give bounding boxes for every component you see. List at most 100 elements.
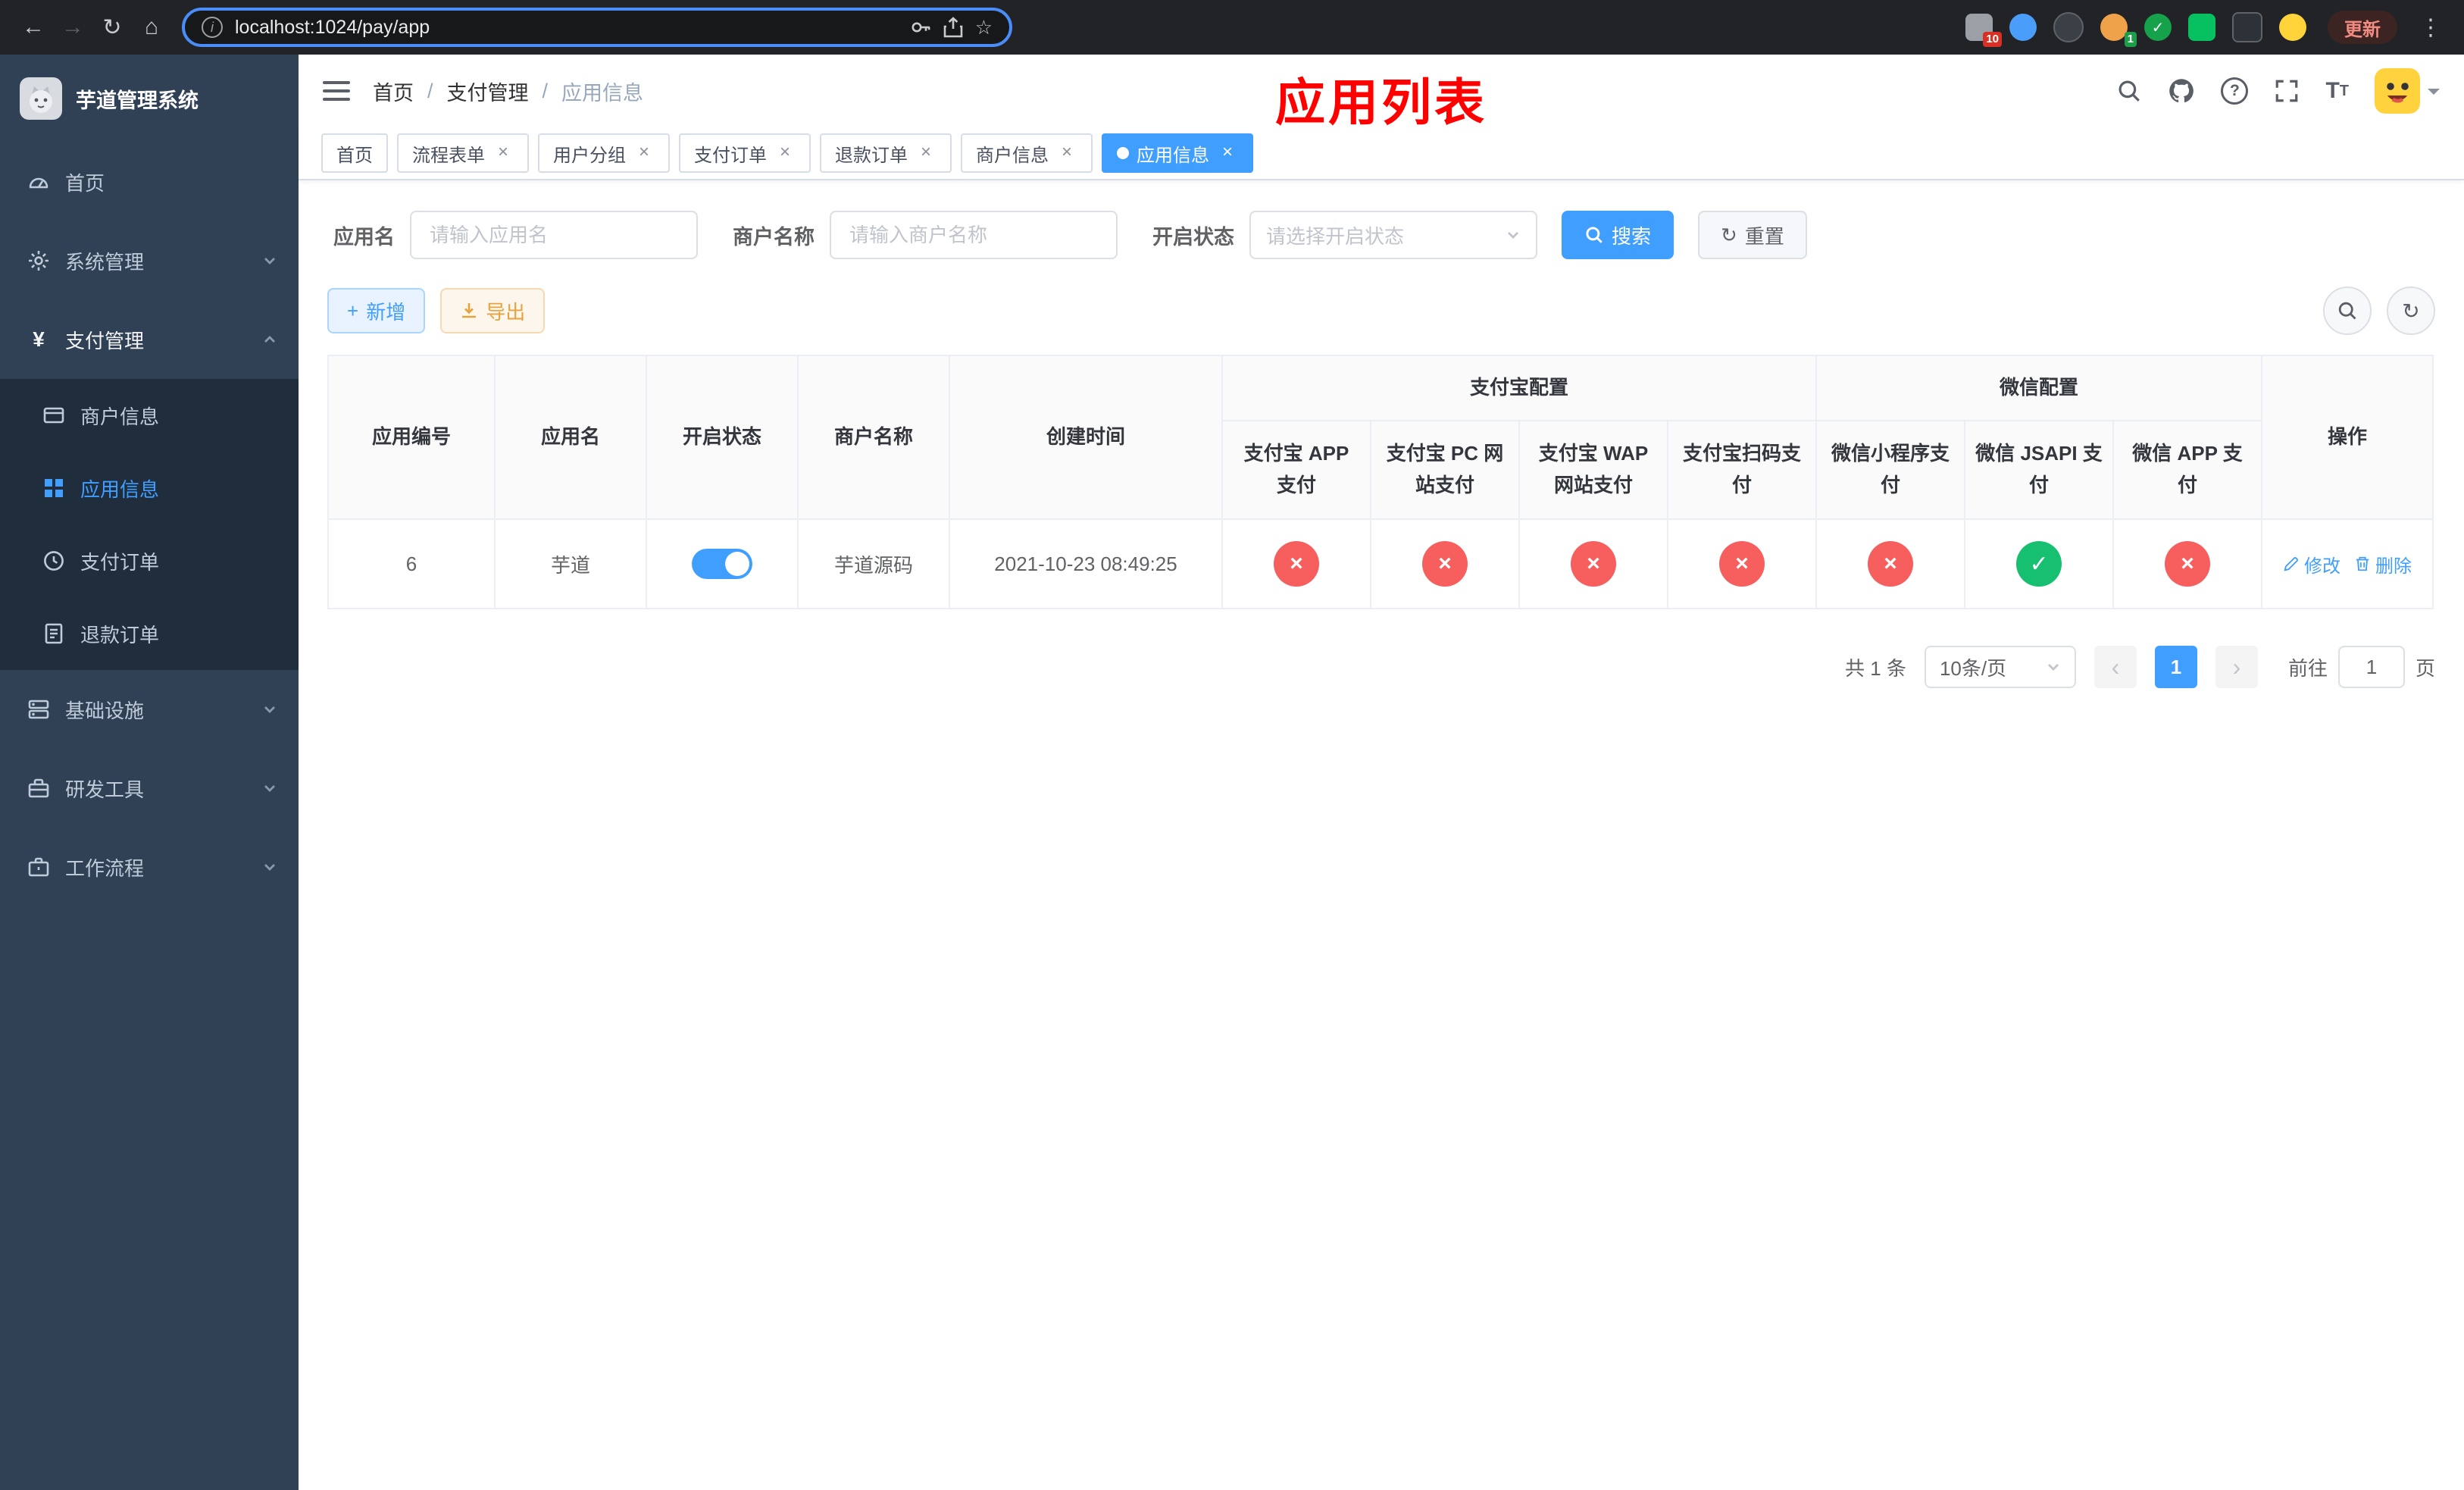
chevron-down-icon [262, 859, 277, 875]
tab-payment-order[interactable]: 支付订单 × [679, 133, 811, 173]
forward-button[interactable]: → [55, 9, 91, 45]
tab-user-group[interactable]: 用户分组 × [538, 133, 670, 173]
reload-button[interactable]: ↻ [94, 9, 130, 45]
sidebar-item-merchant-info[interactable]: 商户信息 [0, 379, 299, 452]
fullscreen-icon[interactable] [2274, 78, 2300, 104]
app-name-input[interactable] [410, 211, 698, 259]
extension-pin-icon[interactable] [2232, 12, 2262, 42]
tab-app-info[interactable]: 应用信息 × [1102, 133, 1253, 173]
status-toggle[interactable] [692, 549, 752, 579]
gear-icon [26, 249, 52, 272]
payment-submenu: 商户信息 应用信息 支付订单 退款订单 [0, 379, 299, 670]
tab-close-icon[interactable]: × [1217, 142, 1238, 164]
site-info-icon[interactable]: i [202, 17, 223, 38]
sidebar-item-dev-tools[interactable]: 研发工具 [0, 749, 299, 828]
sidebar-item-system[interactable]: 系统管理 [0, 221, 299, 300]
prev-page-button[interactable]: ‹ [2093, 646, 2137, 688]
breadcrumb-payment[interactable]: 支付管理 [447, 77, 529, 106]
breadcrumb-home[interactable]: 首页 [373, 77, 414, 106]
navbar: 首页 / 支付管理 / 应用信息 应用列表 ? TT [299, 55, 2464, 130]
bookmark-star-icon[interactable]: ☆ [975, 16, 993, 39]
refresh-button[interactable]: ↻ [2387, 286, 2435, 335]
page-content: 应用名 商户名称 开启状态 请选择开启状态 搜索 ↻ 重置 [299, 180, 2464, 1490]
col-app-id: 应用编号 [327, 355, 496, 520]
col-actions: 操作 [2261, 355, 2434, 520]
grid-icon [41, 477, 67, 499]
tab-close-icon[interactable]: × [1056, 142, 1077, 164]
col-merchant: 商户名称 [797, 355, 950, 520]
extension-puzzle-icon[interactable]: 10 [1965, 14, 2002, 47]
sidebar: 芋道管理系统 首页 系统管理 ¥ 支付管理 商户信息 应用信息 支付订单 退款订… [0, 55, 299, 1490]
extension-wechat-icon[interactable] [2188, 14, 2215, 41]
avatar [2375, 68, 2420, 114]
extension-blue-icon[interactable] [2009, 14, 2037, 41]
sidebar-item-refund-order[interactable]: 退款订单 [0, 597, 299, 670]
extension-check-icon[interactable]: ✓ [2144, 14, 2172, 41]
page-size-select[interactable]: 10条/页 [1924, 646, 2076, 688]
tab-label: 退款订单 [835, 145, 908, 166]
config-indicator-alipay-wap: × [1571, 541, 1616, 587]
tab-label: 流程表单 [412, 145, 485, 166]
tab-close-icon[interactable]: × [774, 142, 796, 164]
delete-link[interactable]: 删除 [2354, 551, 2412, 578]
add-button[interactable]: + 新增 [327, 288, 426, 333]
status-select[interactable]: 请选择开启状态 [1249, 211, 1537, 259]
page-title: 应用列表 [1275, 74, 1487, 130]
table-toolbar: + 新增 导出 ↻ [327, 286, 2435, 335]
goto-page-input[interactable] [2337, 646, 2405, 688]
browser-menu-button[interactable]: ⋮ [2412, 9, 2449, 45]
toggle-search-button[interactable] [2323, 286, 2372, 335]
key-icon[interactable] [910, 17, 931, 38]
address-bar[interactable]: i localhost:1024/pay/app ☆ [182, 8, 1012, 47]
tab-close-icon[interactable]: × [915, 142, 937, 164]
extension-avatar-icon[interactable]: 1 [2100, 14, 2137, 47]
sidebar-item-workflow[interactable]: 工作流程 [0, 828, 299, 906]
tab-label: 首页 [336, 145, 373, 166]
merchant-name-input[interactable] [830, 211, 1118, 259]
refund-doc-icon [41, 622, 67, 645]
search-button[interactable]: 搜索 [1562, 211, 1674, 259]
tab-close-icon[interactable]: × [492, 142, 514, 164]
tab-label: 商户信息 [976, 145, 1049, 166]
page-number-button[interactable]: 1 [2154, 646, 2197, 688]
tab-process-form[interactable]: 流程表单 × [397, 133, 529, 173]
collapse-sidebar-button[interactable] [323, 81, 350, 101]
help-icon[interactable]: ? [2221, 77, 2249, 105]
sidebar-item-home[interactable]: 首页 [0, 142, 299, 221]
sidebar-item-infrastructure[interactable]: 基础设施 [0, 670, 299, 749]
filter-label-status: 开启状态 [1152, 225, 1234, 249]
home-button[interactable]: ⌂ [133, 9, 170, 45]
col-alipay-app: 支付宝 APP 支付 [1221, 420, 1371, 520]
edit-link[interactable]: 修改 [2283, 551, 2340, 578]
tab-merchant-info[interactable]: 商户信息 × [961, 133, 1093, 173]
extension-emoji-icon[interactable] [2279, 14, 2306, 41]
next-page-button[interactable]: › [2215, 646, 2258, 688]
reset-button[interactable]: ↻ 重置 [1698, 211, 1807, 259]
font-size-icon[interactable]: TT [2325, 78, 2349, 104]
avatar-dropdown[interactable] [2375, 68, 2440, 114]
github-icon[interactable] [2168, 77, 2195, 105]
sidebar-item-payment-order[interactable]: 支付订单 [0, 524, 299, 597]
col-alipay-qr: 支付宝扫码支付 [1666, 420, 1818, 520]
tab-refund-order[interactable]: 退款订单 × [820, 133, 952, 173]
col-group-wechat: 微信配置 [1815, 355, 2263, 421]
back-button[interactable]: ← [15, 9, 52, 45]
sidebar-item-label: 支付管理 [65, 329, 145, 352]
reset-icon: ↻ [1721, 223, 1737, 246]
update-button[interactable]: 更新 [2328, 11, 2397, 44]
sidebar-item-payment[interactable]: ¥ 支付管理 [0, 300, 299, 379]
breadcrumb-separator: / [542, 79, 549, 102]
tab-home[interactable]: 首页 [321, 133, 388, 173]
tags-view-bar: 首页 流程表单 × 用户分组 × 支付订单 × 退款订单 × 商户信息 × 应用… [299, 127, 2464, 180]
export-button[interactable]: 导出 [440, 288, 546, 333]
tab-label: 支付订单 [694, 145, 767, 166]
extension-dark-icon[interactable] [2053, 12, 2084, 42]
trash-icon [2356, 556, 2369, 571]
sidebar-item-label: 商户信息 [80, 405, 160, 428]
tab-close-icon[interactable]: × [633, 142, 655, 164]
config-indicator-alipay-app: × [1274, 541, 1319, 587]
search-icon[interactable] [2116, 78, 2142, 104]
share-icon[interactable] [943, 17, 963, 38]
sidebar-item-app-info[interactable]: 应用信息 [0, 452, 299, 524]
sidebar-item-label: 首页 [65, 171, 105, 195]
